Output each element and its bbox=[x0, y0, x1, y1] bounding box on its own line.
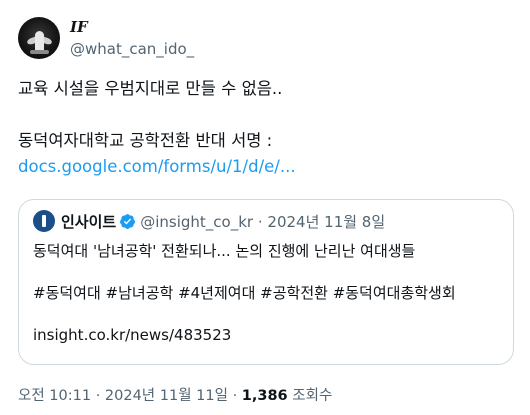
verified-badge-icon bbox=[120, 213, 136, 229]
views-count: 1,386 bbox=[241, 388, 288, 404]
quoted-tweet-text: 동덕여대 '남녀공학' 전환되나... 논의 진행에 난리난 여대생들 #동덕여… bbox=[33, 238, 499, 348]
author-avatar[interactable] bbox=[18, 17, 60, 59]
tweet-line-2: 동덕여자대학교 공학전환 반대 서명 : bbox=[18, 131, 273, 150]
quoted-date: 2024년 11월 8일 bbox=[267, 212, 386, 231]
tweet-meta: 오전 10:11 · 2024년 11월 11일 · 1,386 조회수 bbox=[18, 388, 333, 404]
quoted-url[interactable]: insight.co.kr/news/483523 bbox=[33, 322, 499, 348]
tweet-text: 교육 시설을 우범지대로 만들 수 없음.. 동덕여자대학교 공학전환 반대 서… bbox=[18, 76, 518, 180]
quoted-author-handle: @insight_co_kr · 2024년 11월 8일 bbox=[140, 212, 386, 231]
tweet-line-1: 교육 시설을 우범지대로 만들 수 없음.. bbox=[18, 79, 283, 98]
tweet-date[interactable]: 2024년 11월 11일 bbox=[105, 388, 228, 404]
quoted-tweet-header: 인사이트 @insight_co_kr · 2024년 11월 8일 bbox=[33, 210, 499, 232]
author-handle[interactable]: @what_can_ido_ bbox=[70, 39, 194, 59]
tweet-header: IF @what_can_ido_ bbox=[18, 14, 194, 62]
quoted-tweet-card[interactable]: 인사이트 @insight_co_kr · 2024년 11월 8일 동덕여대 … bbox=[18, 199, 514, 365]
quoted-author-avatar bbox=[33, 210, 55, 232]
tweet-time[interactable]: 오전 10:11 bbox=[18, 388, 91, 404]
quoted-author-name: 인사이트 bbox=[61, 212, 117, 231]
author-names: IF @what_can_ido_ bbox=[70, 18, 194, 59]
views-label: 조회수 bbox=[292, 388, 333, 404]
tweet-link[interactable]: docs.google.com/forms/u/1/d/e/... bbox=[18, 154, 518, 180]
quoted-hashtags[interactable]: #동덕여대 #남녀공학 #4년제여대 #공학전환 #동덕여대총학생회 bbox=[33, 280, 499, 306]
quoted-headline: 동덕여대 '남녀공학' 전환되나... 논의 진행에 난리난 여대생들 bbox=[33, 242, 416, 260]
author-display-name[interactable]: IF bbox=[70, 18, 194, 37]
